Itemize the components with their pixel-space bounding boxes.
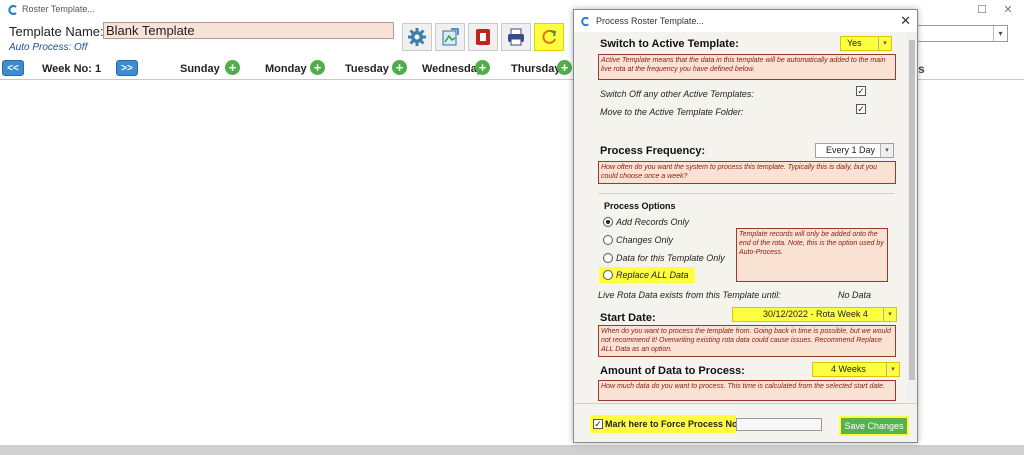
day-header-monday: Monday xyxy=(265,63,307,75)
add-sunday-button[interactable]: + xyxy=(225,60,240,75)
frequency-note: How often do you want the system to proc… xyxy=(598,161,896,184)
prev-week-button[interactable]: << xyxy=(2,60,24,76)
delete-button[interactable] xyxy=(468,23,498,51)
start-date-value: 30/12/2022 - Rota Week 4 xyxy=(763,309,868,319)
dialog-footer-divider xyxy=(574,403,917,404)
amount-note: How much data do you want to process. Th… xyxy=(598,380,896,401)
dialog-titlebar: Process Roster Template... ✕ xyxy=(574,10,917,32)
process-roster-dialog: Process Roster Template... ✕ Switch to A… xyxy=(573,9,918,443)
delete-icon xyxy=(476,29,490,45)
auto-process-status: Auto Process: Off xyxy=(9,42,88,53)
move-folder-checkbox[interactable]: ✓ xyxy=(856,104,866,114)
start-date-dropdown[interactable]: 30/12/2022 - Rota Week 4 ▾ xyxy=(732,307,897,322)
switch-off-checkbox[interactable]: ✓ xyxy=(856,86,866,96)
start-date-note: When do you want to process the template… xyxy=(598,325,896,357)
day-header-wednesday: Wednesday xyxy=(422,63,483,75)
print-icon xyxy=(508,28,524,46)
live-rota-label: Live Rota Data exists from this Template… xyxy=(598,290,781,300)
frequency-dropdown[interactable]: Every 1 Day ▾ xyxy=(815,143,894,158)
chevron-down-icon: ▾ xyxy=(880,144,893,157)
switch-active-note: Active Template means that the data in t… xyxy=(598,54,896,80)
process-refresh-icon xyxy=(542,29,557,44)
dialog-title: Process Roster Template... xyxy=(596,16,704,26)
gear-icon xyxy=(408,28,426,46)
next-week-button[interactable]: >> xyxy=(116,60,138,76)
window-title: Roster Template... xyxy=(22,4,95,14)
close-icon[interactable]: ✕ xyxy=(900,13,911,29)
app-logo-icon xyxy=(581,16,589,27)
force-process-label[interactable]: Mark here to Force Process Now xyxy=(605,419,745,429)
scrollbar-thumb[interactable] xyxy=(909,40,915,380)
option-add-records-radio[interactable] xyxy=(603,217,613,227)
amount-dropdown[interactable]: 4 Weeks ▾ xyxy=(812,362,900,377)
week-number-label: Week No: 1 xyxy=(42,63,102,75)
settings-button[interactable] xyxy=(402,23,432,51)
save-changes-button[interactable]: Save Changes xyxy=(839,416,909,436)
add-wednesday-button[interactable]: + xyxy=(475,60,490,75)
switch-active-header: Switch to Active Template: xyxy=(600,38,739,50)
dialog-scrollbar[interactable] xyxy=(907,32,917,402)
option-template-only-radio[interactable] xyxy=(603,253,613,263)
frequency-header: Process Frequency: xyxy=(600,145,706,157)
frequency-value: Every 1 Day xyxy=(826,145,876,155)
process-button[interactable] xyxy=(534,23,564,51)
process-options-note: Template records will only be added onto… xyxy=(736,228,888,282)
chevron-down-icon: ▾ xyxy=(878,37,891,50)
close-window-button[interactable]: ✕ xyxy=(998,2,1018,18)
force-process-checkbox[interactable]: ✓ xyxy=(593,419,603,429)
option-changes-only-label[interactable]: Changes Only xyxy=(616,235,673,245)
force-process-field xyxy=(736,418,822,431)
right-filter-dropdown[interactable]: ▾ xyxy=(912,25,1008,42)
maximize-button[interactable]: ☐ xyxy=(972,2,992,18)
switch-active-value: Yes xyxy=(847,38,862,48)
chevron-down-icon: ▾ xyxy=(993,26,1007,41)
chevron-down-icon: ▾ xyxy=(886,363,899,376)
add-tuesday-button[interactable]: + xyxy=(392,60,407,75)
chevron-down-icon: ▾ xyxy=(883,308,896,321)
export-button[interactable] xyxy=(435,23,465,51)
day-header-thursday: Thursday xyxy=(511,63,561,75)
live-rota-value: No Data xyxy=(838,290,872,300)
roster-template-window: Roster Template... ☐ ✕ Template Name: Bl… xyxy=(0,0,1024,455)
start-date-header: Start Date: xyxy=(600,312,656,324)
export-icon xyxy=(442,28,459,46)
add-thursday-button[interactable]: + xyxy=(557,60,572,75)
process-options-header: Process Options xyxy=(604,201,676,211)
option-template-only-label[interactable]: Data for this Template Only xyxy=(616,253,725,263)
day-header-tuesday: Tuesday xyxy=(345,63,389,75)
print-button[interactable] xyxy=(501,23,531,51)
switch-off-label: Switch Off any other Active Templates: xyxy=(600,89,754,99)
option-replace-all-label[interactable]: Replace ALL Data xyxy=(616,270,689,280)
switch-active-dropdown[interactable]: Yes ▾ xyxy=(840,36,892,51)
move-folder-label: Move to the Active Template Folder: xyxy=(600,107,744,117)
horizontal-scrollbar[interactable] xyxy=(0,445,1024,455)
template-name-label: Template Name: xyxy=(9,24,104,39)
partial-header-text: s xyxy=(918,62,925,76)
day-header-sunday: Sunday xyxy=(180,63,220,75)
add-monday-button[interactable]: + xyxy=(310,60,325,75)
template-name-field[interactable]: Blank Template xyxy=(103,22,394,39)
option-replace-all-radio[interactable] xyxy=(603,270,613,280)
option-changes-only-radio[interactable] xyxy=(603,235,613,245)
force-process-row: ✓ Mark here to Force Process Now xyxy=(590,415,822,433)
amount-header: Amount of Data to Process: xyxy=(600,365,745,377)
option-add-records-label[interactable]: Add Records Only xyxy=(616,217,689,227)
amount-value: 4 Weeks xyxy=(831,364,866,374)
app-logo-icon xyxy=(8,4,17,16)
